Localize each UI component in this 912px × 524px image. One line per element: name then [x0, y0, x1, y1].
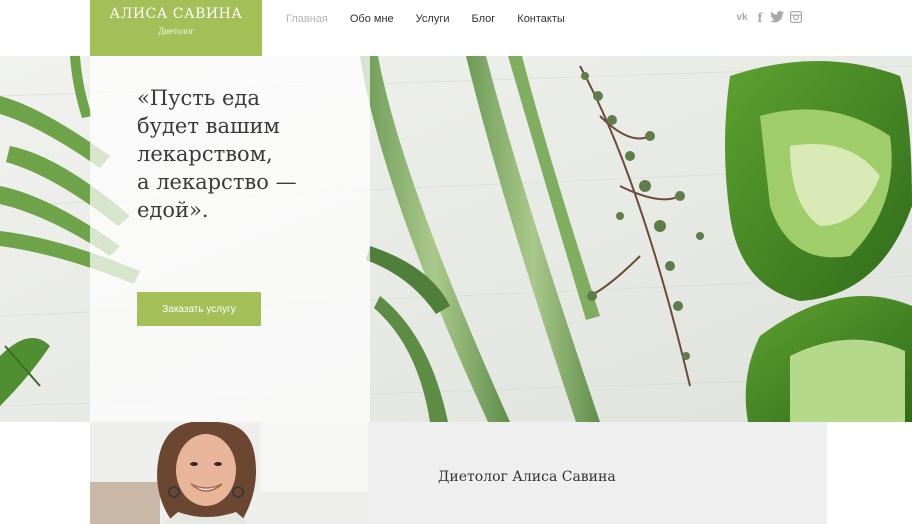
- dietitian-photo: [90, 422, 368, 524]
- facebook-icon[interactable]: f: [756, 11, 764, 25]
- quote-line: лекарством,: [137, 142, 273, 166]
- quote-line: едой».: [137, 198, 209, 222]
- site-header: АЛИСА САВИНА Диетолог Главная Обо мне Ус…: [0, 0, 912, 56]
- instagram-icon[interactable]: [790, 11, 802, 25]
- page: АЛИСА САВИНА Диетолог Главная Обо мне Ус…: [0, 0, 912, 524]
- site-logo[interactable]: АЛИСА САВИНА Диетолог: [90, 0, 262, 56]
- order-service-button[interactable]: Заказать услугу: [137, 292, 261, 326]
- quote-line: «Пусть еда: [137, 86, 260, 110]
- nav-item-services[interactable]: Услуги: [416, 13, 450, 25]
- vk-icon[interactable]: vk: [734, 11, 750, 25]
- main-nav: Главная Обо мне Услуги Блог Контакты: [286, 13, 587, 25]
- logo-subtitle: Диетолог: [158, 26, 194, 36]
- logo-name: АЛИСА САВИНА: [109, 6, 243, 22]
- bio-title: Диетолог Алиса Савина: [438, 469, 616, 485]
- quote-line: будет вашим: [137, 114, 280, 138]
- hero-quote: «Пусть еда будет вашим лекарством, а лек…: [137, 84, 347, 224]
- nav-item-contacts[interactable]: Контакты: [517, 13, 565, 25]
- nav-item-blog[interactable]: Блог: [472, 13, 496, 25]
- nav-item-about[interactable]: Обо мне: [350, 13, 394, 25]
- social-links: vk f: [734, 11, 802, 25]
- quote-line: а лекарство —: [137, 170, 297, 194]
- twitter-icon[interactable]: [770, 11, 784, 25]
- nav-item-home[interactable]: Главная: [286, 13, 328, 25]
